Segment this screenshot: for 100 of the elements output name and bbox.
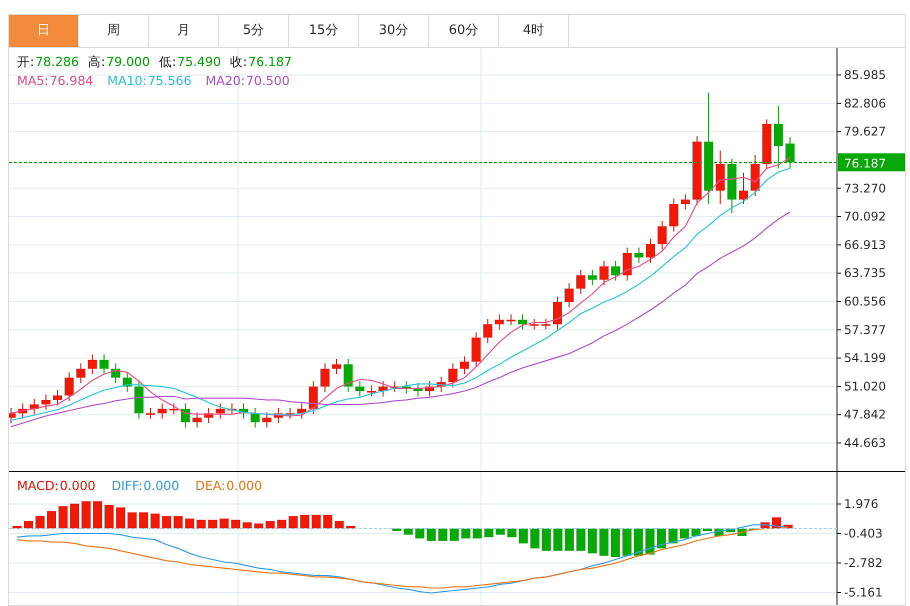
axis-tick-label: -5.161	[844, 586, 883, 600]
candlestick	[192, 412, 202, 428]
candlestick	[634, 247, 644, 264]
bar	[70, 504, 80, 528]
bar	[507, 528, 516, 538]
candlestick	[552, 296, 562, 330]
axis-tick-label: 79.627	[844, 124, 886, 139]
candlestick	[64, 372, 74, 402]
quote-label: 低:	[158, 54, 176, 69]
bar	[404, 528, 413, 535]
bar	[288, 516, 298, 528]
quote-label: 收:	[230, 54, 248, 69]
candlestick	[308, 380, 318, 415]
candlestick	[658, 220, 667, 250]
candlestick	[506, 314, 516, 326]
bar	[208, 520, 218, 528]
candlestick	[169, 403, 178, 415]
candlestick	[262, 412, 272, 428]
bar	[36, 516, 45, 528]
candlestick	[541, 318, 550, 330]
bar	[530, 528, 540, 548]
moving-average-label: MA20:	[205, 73, 245, 88]
bar	[196, 520, 206, 528]
moving-average-label: MA5:	[17, 73, 49, 88]
bar	[588, 528, 597, 554]
candlestick	[250, 407, 260, 428]
candlestick	[588, 269, 597, 286]
candlestick	[76, 362, 86, 384]
bar	[185, 518, 194, 528]
axis-tick-label: -2.782	[844, 556, 883, 570]
candlestick	[158, 403, 167, 420]
bar	[680, 528, 689, 538]
bar	[461, 528, 470, 538]
bar	[576, 528, 586, 551]
candlestick	[738, 172, 748, 205]
axis-tick-label: 82.806	[844, 96, 886, 110]
candlestick	[576, 269, 586, 294]
bar	[426, 528, 436, 541]
bar	[24, 521, 34, 528]
bar	[415, 528, 424, 538]
bar	[277, 520, 286, 528]
candlestick	[669, 198, 678, 232]
bar	[116, 507, 126, 528]
bar	[599, 528, 608, 556]
macd-legend-value: 0.000	[143, 478, 180, 493]
candlestick	[564, 282, 574, 308]
axis-tick-label: 51.020	[844, 379, 886, 394]
axis-tick-label: 54.199	[844, 351, 886, 366]
bar	[58, 506, 68, 528]
candlestick	[216, 403, 225, 420]
bar	[266, 521, 275, 528]
bar	[82, 501, 91, 528]
candlestick	[646, 238, 655, 264]
bar	[323, 514, 332, 528]
candlestick	[448, 362, 458, 388]
moving-average-label: MA10:	[107, 73, 147, 88]
candlestick	[332, 358, 342, 375]
candlestick	[786, 136, 794, 169]
bar	[128, 512, 137, 528]
bar	[622, 528, 632, 556]
bar	[610, 528, 620, 558]
bar	[150, 514, 160, 528]
bar	[300, 514, 310, 528]
candlestick	[320, 362, 330, 392]
candlestick	[41, 394, 50, 410]
bar	[484, 528, 494, 538]
axis-tick-label: 63.735	[844, 266, 886, 280]
macd-legend-value: 0.000	[226, 478, 262, 493]
last-price-label: 76.187	[844, 156, 886, 170]
candlestick	[483, 318, 492, 344]
bar	[542, 528, 551, 551]
axis-tick-label: 60.556	[844, 294, 886, 308]
macd-legend-label: MACD:	[17, 478, 59, 493]
candlestick	[611, 260, 620, 282]
bar	[47, 511, 56, 528]
candlestick	[774, 106, 783, 169]
quote-label: 高:	[88, 54, 106, 69]
bar	[162, 516, 172, 528]
axis-tick-label: 66.913	[844, 238, 886, 252]
candlestick	[460, 356, 469, 375]
candlestick	[100, 354, 109, 375]
bar	[254, 524, 264, 528]
candlestick	[680, 194, 690, 210]
candlestick	[599, 260, 608, 286]
candlestick	[494, 314, 504, 330]
bar	[139, 512, 148, 528]
bar	[564, 528, 574, 551]
bar	[518, 528, 528, 544]
quote-value: 75.490	[177, 54, 221, 69]
quote-value: 78.286	[35, 54, 79, 69]
bar	[174, 516, 183, 528]
candlestick	[53, 390, 62, 406]
bar	[634, 528, 643, 556]
axis-tick-label: 44.663	[844, 436, 886, 450]
bar	[312, 514, 321, 528]
candlestick	[530, 318, 539, 330]
bar	[668, 528, 678, 544]
axis-tick-label: -0.403	[844, 526, 883, 540]
bar	[104, 504, 114, 528]
axis-tick-label: 85.985	[844, 68, 886, 82]
